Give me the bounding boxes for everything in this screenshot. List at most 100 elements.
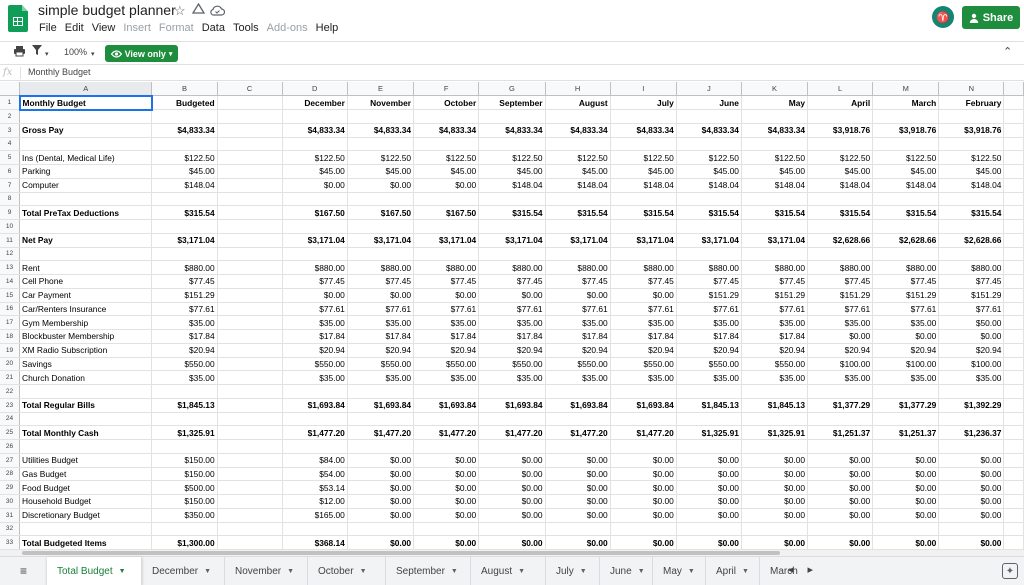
cell-overflow[interactable]: [1003, 398, 1024, 413]
star-icon[interactable]: ☆: [174, 3, 186, 19]
cell-l6[interactable]: $45.00: [807, 164, 874, 179]
row-header[interactable]: 21: [0, 370, 21, 385]
cell-n32[interactable]: [938, 522, 1005, 537]
cell-k17[interactable]: $35.00: [741, 315, 809, 330]
column-header-overflow[interactable]: [1003, 82, 1024, 97]
cell-f22[interactable]: [413, 384, 480, 399]
cell-j19[interactable]: $20.94: [676, 343, 742, 358]
cell-a32[interactable]: [19, 522, 153, 537]
cell-l8[interactable]: [807, 192, 874, 207]
cell-c21[interactable]: [217, 370, 283, 385]
cell-d14[interactable]: $77.45: [282, 274, 348, 289]
cell-e26[interactable]: [347, 439, 415, 454]
cell-j29[interactable]: $0.00: [676, 480, 742, 495]
cell-a5[interactable]: Ins (Dental, Medical Life): [19, 150, 153, 165]
cell-k22[interactable]: [741, 384, 809, 399]
column-header-m[interactable]: M: [872, 82, 940, 97]
cell-i5[interactable]: $122.50: [610, 150, 677, 165]
cell-e9[interactable]: $167.50: [347, 205, 415, 220]
cell-l4[interactable]: [807, 137, 874, 152]
cell-b10[interactable]: [151, 219, 218, 234]
cell-d8[interactable]: [282, 192, 348, 207]
cell-g14[interactable]: $77.45: [478, 274, 546, 289]
cell-g16[interactable]: $77.61: [478, 302, 546, 317]
cell-m1[interactable]: March: [872, 95, 940, 110]
cell-e13[interactable]: $880.00: [347, 260, 415, 275]
row-header[interactable]: 15: [0, 288, 21, 303]
cell-e1[interactable]: November: [347, 95, 415, 110]
row-header[interactable]: 5: [0, 150, 21, 165]
cell-j4[interactable]: [676, 137, 742, 152]
cell-g22[interactable]: [478, 384, 546, 399]
cell-n4[interactable]: [938, 137, 1005, 152]
cell-d20[interactable]: $550.00: [282, 357, 348, 372]
cell-k27[interactable]: $0.00: [741, 453, 809, 468]
cell-g31[interactable]: $0.00: [478, 508, 546, 523]
cell-k1[interactable]: May: [741, 95, 809, 110]
cell-d3[interactable]: $4,833.34: [282, 123, 348, 138]
cell-k25[interactable]: $1,325.91: [741, 425, 809, 440]
cell-c2[interactable]: [217, 109, 283, 124]
row-header[interactable]: 24: [0, 412, 21, 427]
cell-a22[interactable]: [19, 384, 153, 399]
cell-c1[interactable]: [217, 95, 283, 110]
row-header[interactable]: 22: [0, 384, 21, 399]
cell-m31[interactable]: $0.00: [872, 508, 940, 523]
row-header[interactable]: 31: [0, 508, 21, 523]
cell-h15[interactable]: $0.00: [545, 288, 611, 303]
cell-g7[interactable]: $148.04: [478, 178, 546, 193]
cell-d33[interactable]: $368.14: [282, 535, 348, 550]
cell-i8[interactable]: [610, 192, 677, 207]
cell-j24[interactable]: [676, 412, 742, 427]
cell-overflow[interactable]: [1003, 453, 1024, 468]
cell-overflow[interactable]: [1003, 109, 1024, 124]
cell-k11[interactable]: $3,171.04: [741, 233, 809, 248]
cell-c6[interactable]: [217, 164, 283, 179]
tab-menu-chevron-icon[interactable]: ▼: [360, 568, 367, 575]
cell-f32[interactable]: [413, 522, 480, 537]
share-button[interactable]: Share: [962, 6, 1020, 29]
column-header-i[interactable]: I: [610, 82, 677, 97]
cell-j17[interactable]: $35.00: [676, 315, 742, 330]
cell-b14[interactable]: $77.45: [151, 274, 218, 289]
cell-b28[interactable]: $150.00: [151, 467, 218, 482]
cell-d31[interactable]: $165.00: [282, 508, 348, 523]
cell-n3[interactable]: $3,918.76: [938, 123, 1005, 138]
cell-e7[interactable]: $0.00: [347, 178, 415, 193]
cell-k12[interactable]: [741, 247, 809, 262]
cell-h27[interactable]: $0.00: [545, 453, 611, 468]
cell-i33[interactable]: $0.00: [610, 535, 677, 550]
cell-n26[interactable]: [938, 439, 1005, 454]
cell-h24[interactable]: [545, 412, 611, 427]
cell-b25[interactable]: $1,325.91: [151, 425, 218, 440]
cell-g3[interactable]: $4,833.34: [478, 123, 546, 138]
cell-overflow[interactable]: [1003, 480, 1024, 495]
cell-j30[interactable]: $0.00: [676, 494, 742, 509]
menu-edit[interactable]: Edit: [62, 21, 87, 37]
row-header[interactable]: 30: [0, 494, 21, 509]
cell-c7[interactable]: [217, 178, 283, 193]
cell-i22[interactable]: [610, 384, 677, 399]
cell-b4[interactable]: [151, 137, 218, 152]
cell-l1[interactable]: April: [807, 95, 874, 110]
cell-f9[interactable]: $167.50: [413, 205, 480, 220]
cell-e30[interactable]: $0.00: [347, 494, 415, 509]
cell-n15[interactable]: $151.29: [938, 288, 1005, 303]
cell-l3[interactable]: $3,918.76: [807, 123, 874, 138]
document-title[interactable]: simple budget planner: [38, 2, 176, 18]
cell-i24[interactable]: [610, 412, 677, 427]
tab-menu-chevron-icon[interactable]: ▼: [287, 568, 294, 575]
cell-j13[interactable]: $880.00: [676, 260, 742, 275]
cell-g27[interactable]: $0.00: [478, 453, 546, 468]
cell-k15[interactable]: $151.29: [741, 288, 809, 303]
cell-e28[interactable]: $0.00: [347, 467, 415, 482]
cell-n17[interactable]: $50.00: [938, 315, 1005, 330]
cell-e24[interactable]: [347, 412, 415, 427]
cell-j32[interactable]: [676, 522, 742, 537]
cell-j27[interactable]: $0.00: [676, 453, 742, 468]
cell-d27[interactable]: $84.00: [282, 453, 348, 468]
cell-a9[interactable]: Total PreTax Deductions: [19, 205, 153, 220]
cell-b8[interactable]: [151, 192, 218, 207]
cell-i14[interactable]: $77.45: [610, 274, 677, 289]
cell-j7[interactable]: $148.04: [676, 178, 742, 193]
